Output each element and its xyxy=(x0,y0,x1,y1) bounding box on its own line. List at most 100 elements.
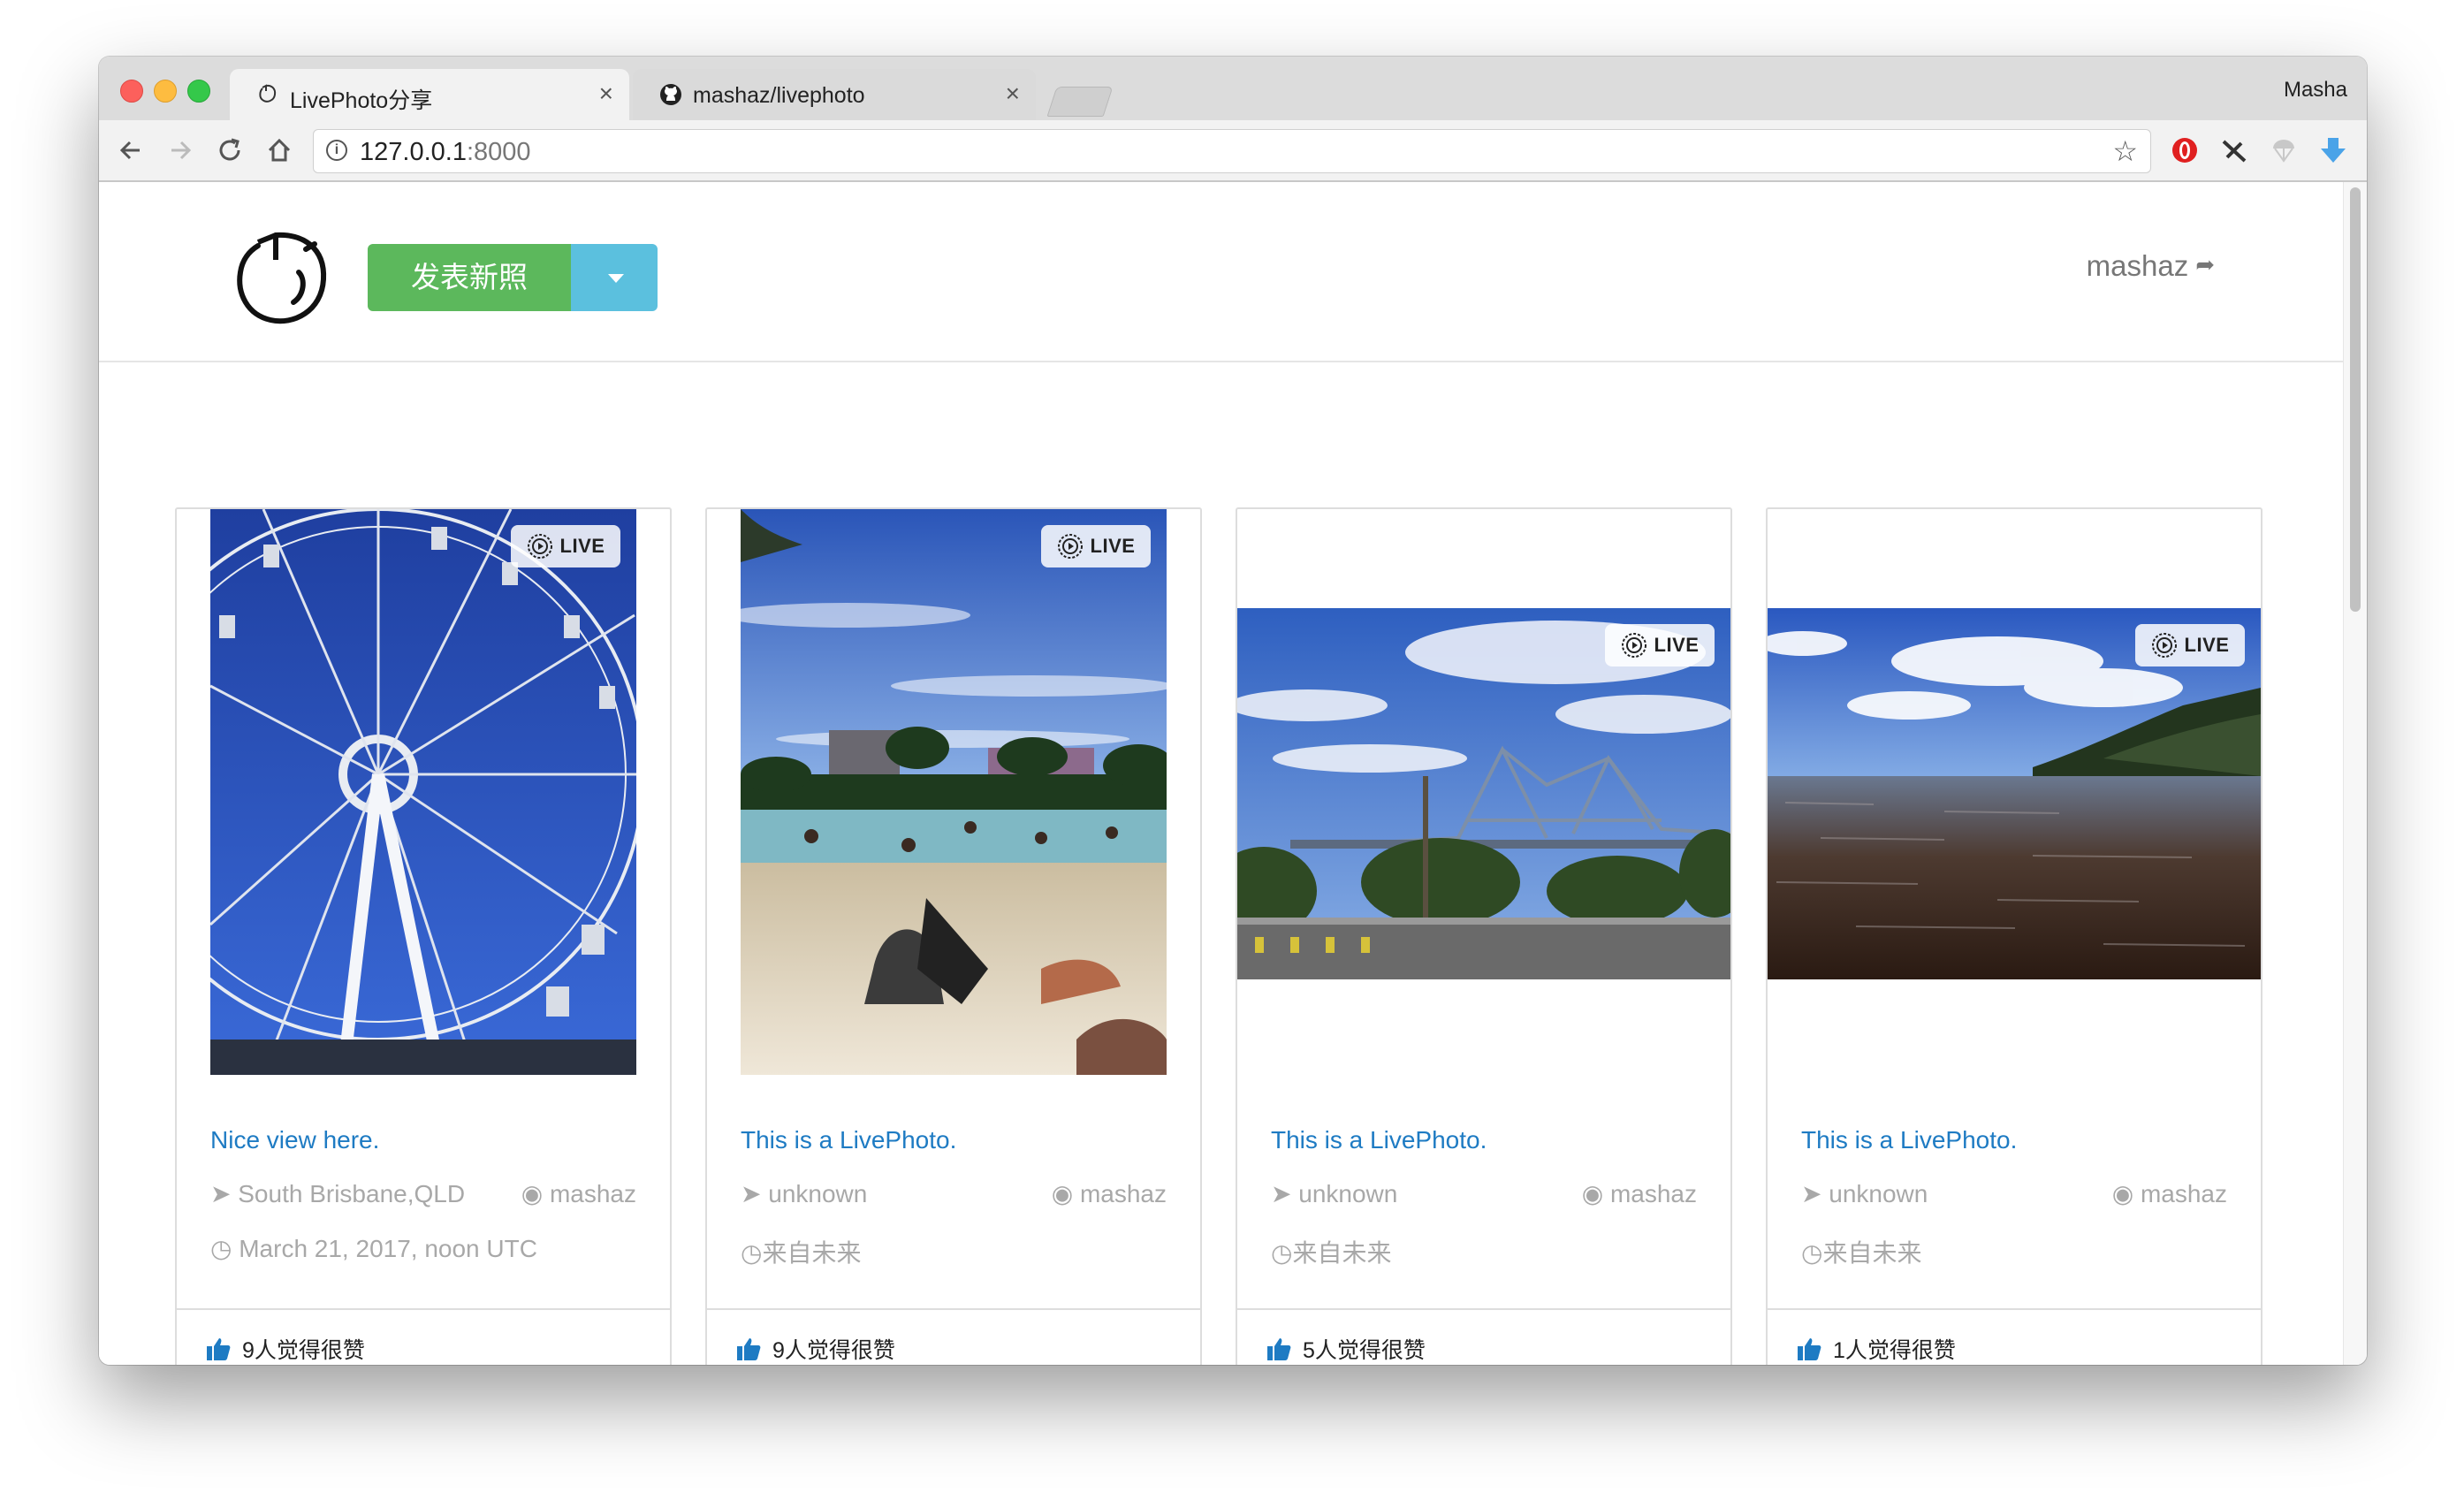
info-icon[interactable]: i xyxy=(326,140,347,161)
live-play-icon xyxy=(2151,633,2177,658)
opera-adblock-extension-icon[interactable] xyxy=(2169,134,2201,166)
home-icon[interactable] xyxy=(262,133,297,168)
github-icon xyxy=(660,84,681,105)
tab-github[interactable]: mashaz/livephoto × xyxy=(633,69,1036,120)
scrollbar-thumb[interactable] xyxy=(2350,187,2361,612)
zoom-window-button[interactable] xyxy=(187,80,210,103)
download-arrow-extension-icon[interactable] xyxy=(2317,134,2349,166)
web-page: 发表新照片 mashaz➦ xyxy=(99,182,2344,1365)
back-arrow-icon[interactable] xyxy=(113,133,148,168)
livephoto-logo-icon[interactable] xyxy=(232,230,334,332)
caret-down-icon xyxy=(608,274,624,283)
clock-icon: ◷ xyxy=(1271,1239,1293,1267)
live-label: LIVE xyxy=(1654,634,1700,656)
photo-card: LIVE This is a LivePhoto. ➤ unknown ◉ ma… xyxy=(1236,507,1732,1365)
live-badge[interactable]: LIVE xyxy=(1605,624,1715,666)
post-new-photo-button[interactable]: 发表新照片 xyxy=(368,244,571,311)
reload-icon[interactable] xyxy=(212,133,247,168)
user-circle-icon: ◉ xyxy=(1051,1180,1074,1207)
timestamp: ◷ March 21, 2017, noon UTC xyxy=(210,1235,537,1262)
tools-extension-icon[interactable] xyxy=(2218,134,2250,166)
author[interactable]: ◉ mashaz xyxy=(2112,1179,2227,1208)
bookmark-star-icon[interactable]: ☆ xyxy=(2112,134,2138,168)
thumbs-up-icon xyxy=(207,1338,231,1360)
parachute-extension-icon[interactable] xyxy=(2268,134,2300,166)
timestamp: ◷来自未来 xyxy=(1271,1239,1392,1267)
likes-count: 9人觉得很赞 xyxy=(772,1338,895,1363)
address-bar[interactable]: i 127.0.0.1:8000 ☆ xyxy=(313,129,2151,173)
user-circle-icon: ◉ xyxy=(2111,1180,2134,1207)
photo-title-link[interactable]: This is a LivePhoto. xyxy=(1271,1126,1487,1154)
close-window-button[interactable] xyxy=(120,80,143,103)
photo-title-link[interactable]: This is a LivePhoto. xyxy=(1801,1126,2017,1154)
tab-close-icon[interactable]: × xyxy=(1006,80,1020,108)
author[interactable]: ◉ mashaz xyxy=(521,1179,636,1208)
ferris-wheel-image xyxy=(210,509,636,1075)
photo-title-link[interactable]: Nice view here. xyxy=(210,1126,379,1154)
clock-icon: ◷ xyxy=(741,1239,763,1267)
tab-strip: LivePhoto分享 × mashaz/livephoto × Masha xyxy=(99,57,2367,120)
location: ➤ unknown xyxy=(1801,1180,1928,1207)
photo-meta: ➤ unknown ◉ mashaz xyxy=(741,1179,1167,1215)
thumbs-up-icon xyxy=(737,1338,761,1360)
live-label: LIVE xyxy=(1090,535,1136,557)
site-header: 发表新照片 mashaz➦ xyxy=(99,182,2344,362)
card-footer: 1人觉得很赞 xyxy=(1768,1308,2261,1365)
clock-icon: ◷ xyxy=(1801,1239,1823,1267)
likes-count: 5人觉得很赞 xyxy=(1303,1338,1426,1363)
photo-beach[interactable]: LIVE xyxy=(741,509,1167,1075)
profile-name[interactable]: Masha xyxy=(2284,78,2347,103)
photo-lake[interactable]: LIVE xyxy=(1768,608,2261,979)
photo-ferris-wheel[interactable]: LIVE xyxy=(210,509,636,1075)
page-scrollbar[interactable] xyxy=(2343,182,2367,1365)
live-badge[interactable]: LIVE xyxy=(2135,624,2245,666)
tab-title: LivePhoto分享 xyxy=(290,88,433,113)
livephoto-favicon-icon xyxy=(259,84,277,103)
location: ➤ unknown xyxy=(741,1180,868,1207)
live-play-icon xyxy=(527,534,552,559)
post-button-group: 发表新照片 xyxy=(368,244,658,311)
location-arrow-icon: ➤ xyxy=(210,1180,232,1207)
timestamp: ◷来自未来 xyxy=(741,1239,862,1267)
tab-livephoto[interactable]: LivePhoto分享 × xyxy=(230,69,629,120)
live-badge[interactable]: LIVE xyxy=(1041,525,1151,567)
photo-card: LIVE This is a LivePhoto. ➤ unknown ◉ ma… xyxy=(1766,507,2262,1365)
location-arrow-icon: ➤ xyxy=(1801,1180,1822,1207)
photo-card: LIVE This is a LivePhoto. ➤ unknown ◉ ma… xyxy=(705,507,1202,1365)
location: ➤ unknown xyxy=(1271,1180,1398,1207)
photo-bridge[interactable]: LIVE xyxy=(1237,608,1730,979)
like-button[interactable]: 1人觉得很赞 xyxy=(1796,1333,1956,1365)
location-arrow-icon: ➤ xyxy=(1271,1180,1292,1207)
like-button[interactable]: 9人觉得很赞 xyxy=(205,1333,365,1365)
likes-count: 9人觉得很赞 xyxy=(242,1338,365,1363)
username[interactable]: mashaz xyxy=(2087,249,2189,282)
browser-window: LivePhoto分享 × mashaz/livephoto × Masha i… xyxy=(99,57,2367,1365)
thumbs-up-icon xyxy=(1267,1338,1291,1360)
like-button[interactable]: 9人觉得很赞 xyxy=(735,1333,895,1365)
new-tab-button[interactable] xyxy=(1046,87,1114,117)
url-text[interactable]: 127.0.0.1:8000 xyxy=(360,138,531,167)
live-play-icon xyxy=(1621,633,1646,658)
likes-count: 1人觉得很赞 xyxy=(1833,1338,1956,1363)
clock-icon: ◷ xyxy=(210,1235,232,1262)
author[interactable]: ◉ mashaz xyxy=(1052,1179,1167,1208)
user-menu[interactable]: mashaz ➦ xyxy=(2087,249,2215,283)
photo-meta: ➤ unknown ◉ mashaz xyxy=(1271,1179,1697,1215)
thumbs-up-icon xyxy=(1798,1338,1821,1360)
minimize-window-button[interactable] xyxy=(154,80,177,103)
post-dropdown-button[interactable] xyxy=(571,244,658,311)
photo-meta: ➤ South Brisbane,QLD ◉ mashaz xyxy=(210,1179,636,1215)
live-badge[interactable]: LIVE xyxy=(511,525,620,567)
user-circle-icon: ◉ xyxy=(521,1180,544,1207)
logout-icon[interactable]: ➦ xyxy=(2195,251,2215,278)
tab-close-icon[interactable]: × xyxy=(599,80,613,108)
photo-meta: ➤ unknown ◉ mashaz xyxy=(1801,1179,2227,1215)
photo-title-link[interactable]: This is a LivePhoto. xyxy=(741,1126,956,1154)
photo-card: LIVE Nice view here. ➤ South Brisbane,QL… xyxy=(175,507,672,1365)
live-label: LIVE xyxy=(2184,634,2230,656)
tab-title: mashaz/livephoto xyxy=(693,83,865,108)
forward-arrow-icon[interactable] xyxy=(163,133,198,168)
author[interactable]: ◉ mashaz xyxy=(1582,1179,1697,1208)
user-circle-icon: ◉ xyxy=(1581,1180,1604,1207)
like-button[interactable]: 5人觉得很赞 xyxy=(1266,1333,1426,1365)
